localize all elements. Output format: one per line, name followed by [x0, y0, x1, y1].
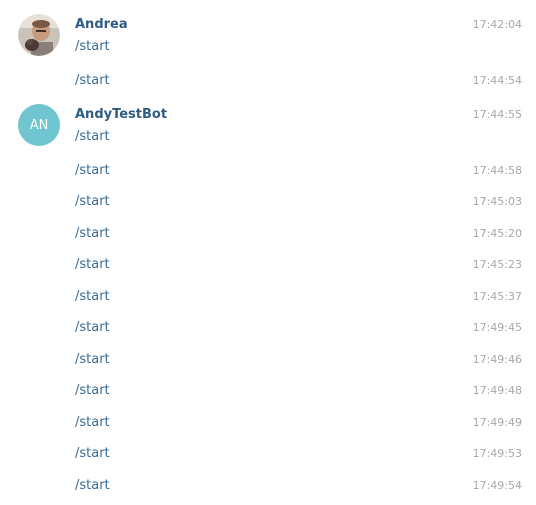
- message-text: /start: [75, 415, 110, 430]
- message-time: 17:44:54: [472, 74, 522, 87]
- message-text: /start: [75, 194, 110, 209]
- message-author[interactable]: Andrea: [75, 16, 128, 34]
- message-text: /start: [75, 478, 110, 493]
- message-time: 17:44:55: [472, 108, 522, 121]
- message-text: /start: [75, 352, 110, 367]
- message-text: /start: [75, 257, 110, 272]
- message-text: /start: [75, 383, 110, 398]
- message-text: /start: [75, 129, 110, 144]
- message-time: 17:49:48: [472, 384, 522, 397]
- message-time: 17:44:58: [472, 164, 522, 177]
- message-time: 17:45:23: [472, 258, 522, 271]
- avatar-andrea[interactable]: [18, 14, 60, 56]
- message-time: 17:49:53: [472, 447, 522, 460]
- message-author[interactable]: AndyTestBot: [75, 106, 167, 124]
- message-time: 17:49:45: [472, 321, 522, 334]
- message-text: /start: [75, 39, 110, 54]
- user-photo-icon: [18, 14, 60, 56]
- message-text: /start: [75, 289, 110, 304]
- avatar-bot[interactable]: AN: [18, 104, 60, 146]
- message-text: /start: [75, 226, 110, 241]
- message-time: 17:49:46: [472, 353, 522, 366]
- chat-history: Andrea 17:42:04 /start /start 17:44:54 A…: [0, 0, 536, 505]
- message-text: /start: [75, 320, 110, 335]
- message-time: 17:45:37: [472, 290, 522, 303]
- message-text: /start: [75, 163, 110, 178]
- message-text: /start: [75, 446, 110, 461]
- message-time: 17:45:20: [472, 227, 522, 240]
- message-time: 17:42:04: [472, 18, 522, 31]
- message-time: 17:49:49: [472, 416, 522, 429]
- message-text: /start: [75, 73, 110, 88]
- message-time: 17:49:54: [472, 479, 522, 492]
- message-time: 17:45:03: [472, 195, 522, 208]
- avatar-initials: AN: [29, 117, 49, 133]
